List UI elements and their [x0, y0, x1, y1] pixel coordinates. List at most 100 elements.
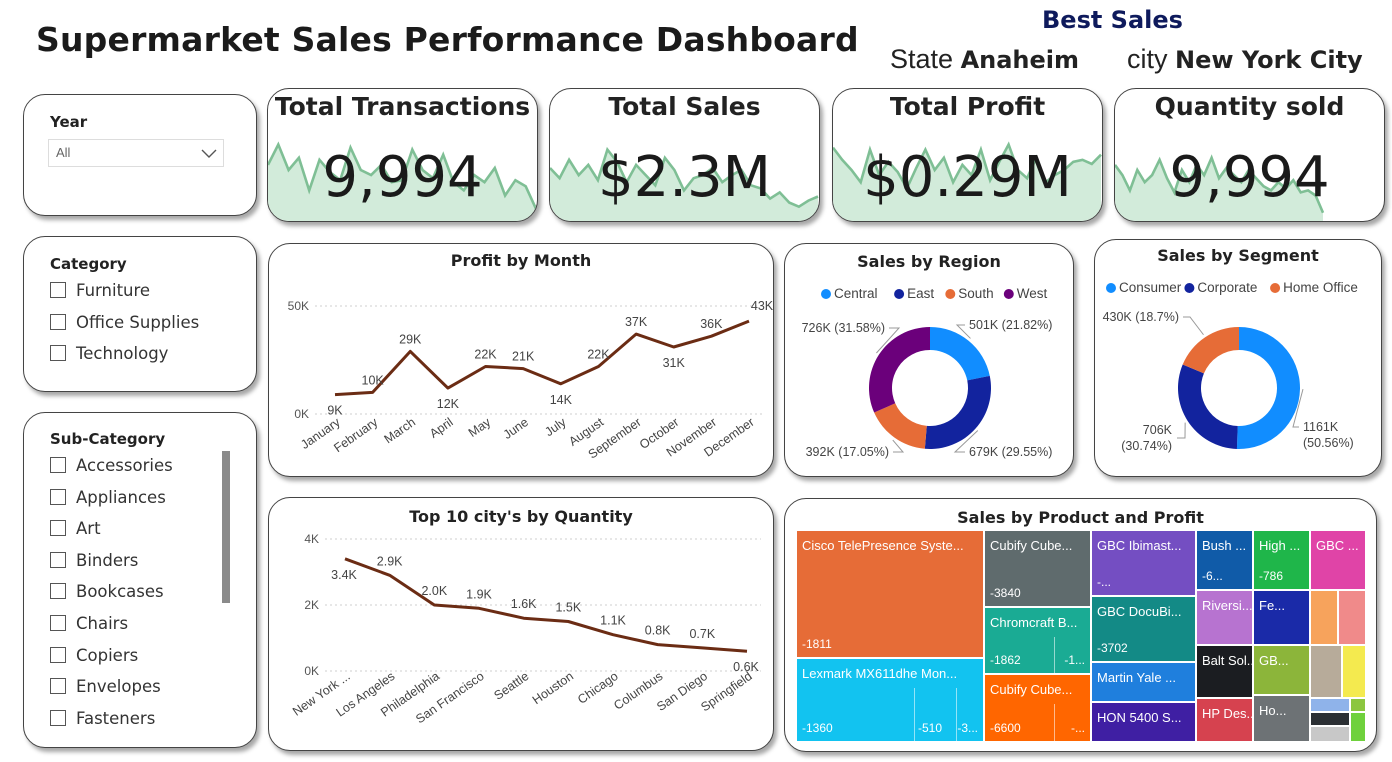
treemap-cell-label: High ... [1259, 538, 1301, 553]
treemap-cell[interactable] [1350, 712, 1366, 742]
scrollbar[interactable] [222, 451, 230, 603]
treemap-cell[interactable]: GBC DocuBi... -3702 [1091, 596, 1196, 662]
x-tick-label: Houston [530, 669, 576, 707]
treemap-cell[interactable]: Bush ... -6... [1196, 530, 1253, 590]
data-label: 14K [550, 393, 573, 407]
treemap-cell[interactable]: Martin Yale ... [1091, 662, 1196, 702]
checkbox[interactable] [50, 709, 66, 726]
treemap-cell[interactable]: Ho... [1253, 695, 1310, 742]
treemap-cell-value: -6... [1202, 569, 1223, 583]
y-tick-label: 2K [304, 598, 319, 612]
treemap-cell[interactable] [1310, 726, 1350, 742]
checkbox-label: Appliances [76, 487, 166, 507]
treemap-cell[interactable] [1338, 590, 1366, 645]
pie-slice[interactable] [1182, 327, 1239, 374]
treemap-cell[interactable]: High ... -786 [1253, 530, 1310, 590]
checkbox[interactable] [50, 345, 66, 361]
pie-slice[interactable] [1178, 364, 1238, 449]
treemap-cell[interactable]: HON 5400 S... [1091, 702, 1196, 742]
treemap-chart: Cisco TelePresence Syste... -1811 Lexmark … [796, 530, 1366, 742]
treemap-cell[interactable]: GB... [1253, 645, 1310, 695]
treemap-cell[interactable]: GBC Ibimast... -... [1091, 530, 1196, 596]
subcategory-option-fasteners[interactable]: Fasteners [50, 709, 155, 728]
treemap-cell[interactable]: Cubify Cube... -3840 [984, 530, 1091, 607]
treemap-cell-label: Cubify Cube... [990, 538, 1073, 553]
treemap-cell-label: Chromcraft B... [990, 615, 1078, 630]
subcategory-option-accessories[interactable]: Accessories [50, 456, 173, 475]
checkbox-label: Envelopes [76, 677, 161, 697]
legend-label[interactable]: East [907, 286, 934, 301]
checkbox-label: Binders [76, 550, 139, 570]
best-state-value: Anaheim [960, 46, 1080, 74]
x-tick-label: June [501, 415, 531, 442]
treemap-cell[interactable] [1310, 712, 1350, 726]
pie-slice[interactable] [874, 403, 927, 449]
treemap-cell-label: GBC ... [1316, 538, 1359, 553]
checkbox[interactable] [50, 583, 66, 600]
treemap-cell[interactable] [1350, 698, 1366, 712]
checkbox[interactable] [50, 646, 66, 663]
legend-label[interactable]: Consumer [1119, 280, 1182, 295]
legend-label[interactable]: West [1017, 286, 1048, 301]
data-label: 0.8K [645, 624, 671, 638]
profit-by-month-card: Profit by Month 0K 50K 9K 10K 29K 12K 22K 21K 14… [268, 243, 774, 477]
sales-by-segment-chart: Consumer Corporate Home Office 1161K (50.56%… [1103, 280, 1358, 453]
treemap-cell[interactable]: Chromcraft B... -1862 -1... [984, 607, 1091, 674]
treemap-cell[interactable]: GBC ... [1310, 530, 1366, 590]
treemap-cell[interactable] [1342, 645, 1366, 698]
top-cities-card: Top 10 city's by Quantity 0K 2K 4K 3.4K 2.9K… [268, 497, 774, 751]
checkbox[interactable] [50, 282, 66, 298]
treemap-cell[interactable]: Cisco TelePresence Syste... -1811 [796, 530, 984, 658]
treemap-cell[interactable]: Cubify Cube... -6600 -... [984, 674, 1091, 742]
pie-slice[interactable] [869, 327, 930, 413]
category-option-technology[interactable]: Technology [50, 344, 168, 363]
subcategory-option-copiers[interactable]: Copiers [50, 646, 138, 665]
treemap-card: Sales by Product and Profit Cisco TelePr… [784, 498, 1377, 752]
subcategory-option-chairs[interactable]: Chairs [50, 614, 128, 633]
leader-line [1183, 316, 1204, 336]
category-option-furniture[interactable]: Furniture [50, 281, 150, 300]
pie-slice[interactable] [1236, 327, 1301, 449]
checkbox[interactable] [50, 520, 66, 537]
pie-slice[interactable] [930, 327, 990, 381]
legend-label[interactable]: Home Office [1283, 280, 1358, 295]
treemap-cell-label: HP Des... [1202, 706, 1253, 721]
treemap-cell[interactable]: Fe... [1253, 590, 1310, 645]
checkbox[interactable] [50, 457, 66, 473]
treemap-cell[interactable]: Riversi... [1196, 590, 1253, 645]
checkbox-label: Copiers [76, 645, 139, 665]
treemap-cell[interactable] [1310, 590, 1338, 645]
checkbox-label: Accessories [76, 456, 173, 475]
checkbox[interactable] [50, 615, 66, 631]
legend-marker [821, 289, 831, 299]
legend-label[interactable]: Corporate [1197, 280, 1257, 295]
checkbox[interactable] [50, 678, 66, 695]
subcategory-slicer: Sub-Category Accessories Appliances Art Bin… [23, 412, 257, 748]
x-tick-label: February [331, 415, 381, 456]
category-option-office-supplies[interactable]: Office Supplies [50, 313, 199, 332]
data-label: 31K [663, 356, 686, 370]
year-slicer: Year All [23, 94, 257, 216]
treemap-cell[interactable] [1310, 698, 1350, 712]
subcategory-option-bookcases[interactable]: Bookcases [50, 582, 164, 601]
checkbox-label: Chairs [76, 614, 129, 633]
subcategory-option-appliances[interactable]: Appliances [50, 488, 166, 507]
treemap-cell-value: -6600 [990, 721, 1021, 735]
checkbox[interactable] [50, 313, 66, 330]
treemap-cell[interactable]: Balt Sol... [1196, 645, 1253, 698]
page-title: Supermarket Sales Performance Dashboard [36, 20, 859, 59]
subcategory-option-art[interactable]: Art [50, 519, 101, 538]
checkbox[interactable] [50, 551, 66, 568]
year-dropdown[interactable]: All [48, 139, 224, 167]
subcategory-option-binders[interactable]: Binders [50, 551, 138, 570]
pie-slice[interactable] [924, 375, 991, 449]
treemap-cell[interactable]: HP Des... [1196, 698, 1253, 742]
treemap-divider [1054, 637, 1055, 674]
checkbox[interactable] [50, 488, 66, 505]
treemap-cell[interactable] [1310, 645, 1342, 698]
subcategory-option-envelopes[interactable]: Envelopes [50, 677, 161, 696]
legend-label[interactable]: Central [834, 286, 878, 301]
legend-label[interactable]: South [958, 286, 993, 301]
treemap-cell-label: Martin Yale ... [1097, 670, 1176, 685]
slice-label: 1161K [1303, 420, 1339, 434]
